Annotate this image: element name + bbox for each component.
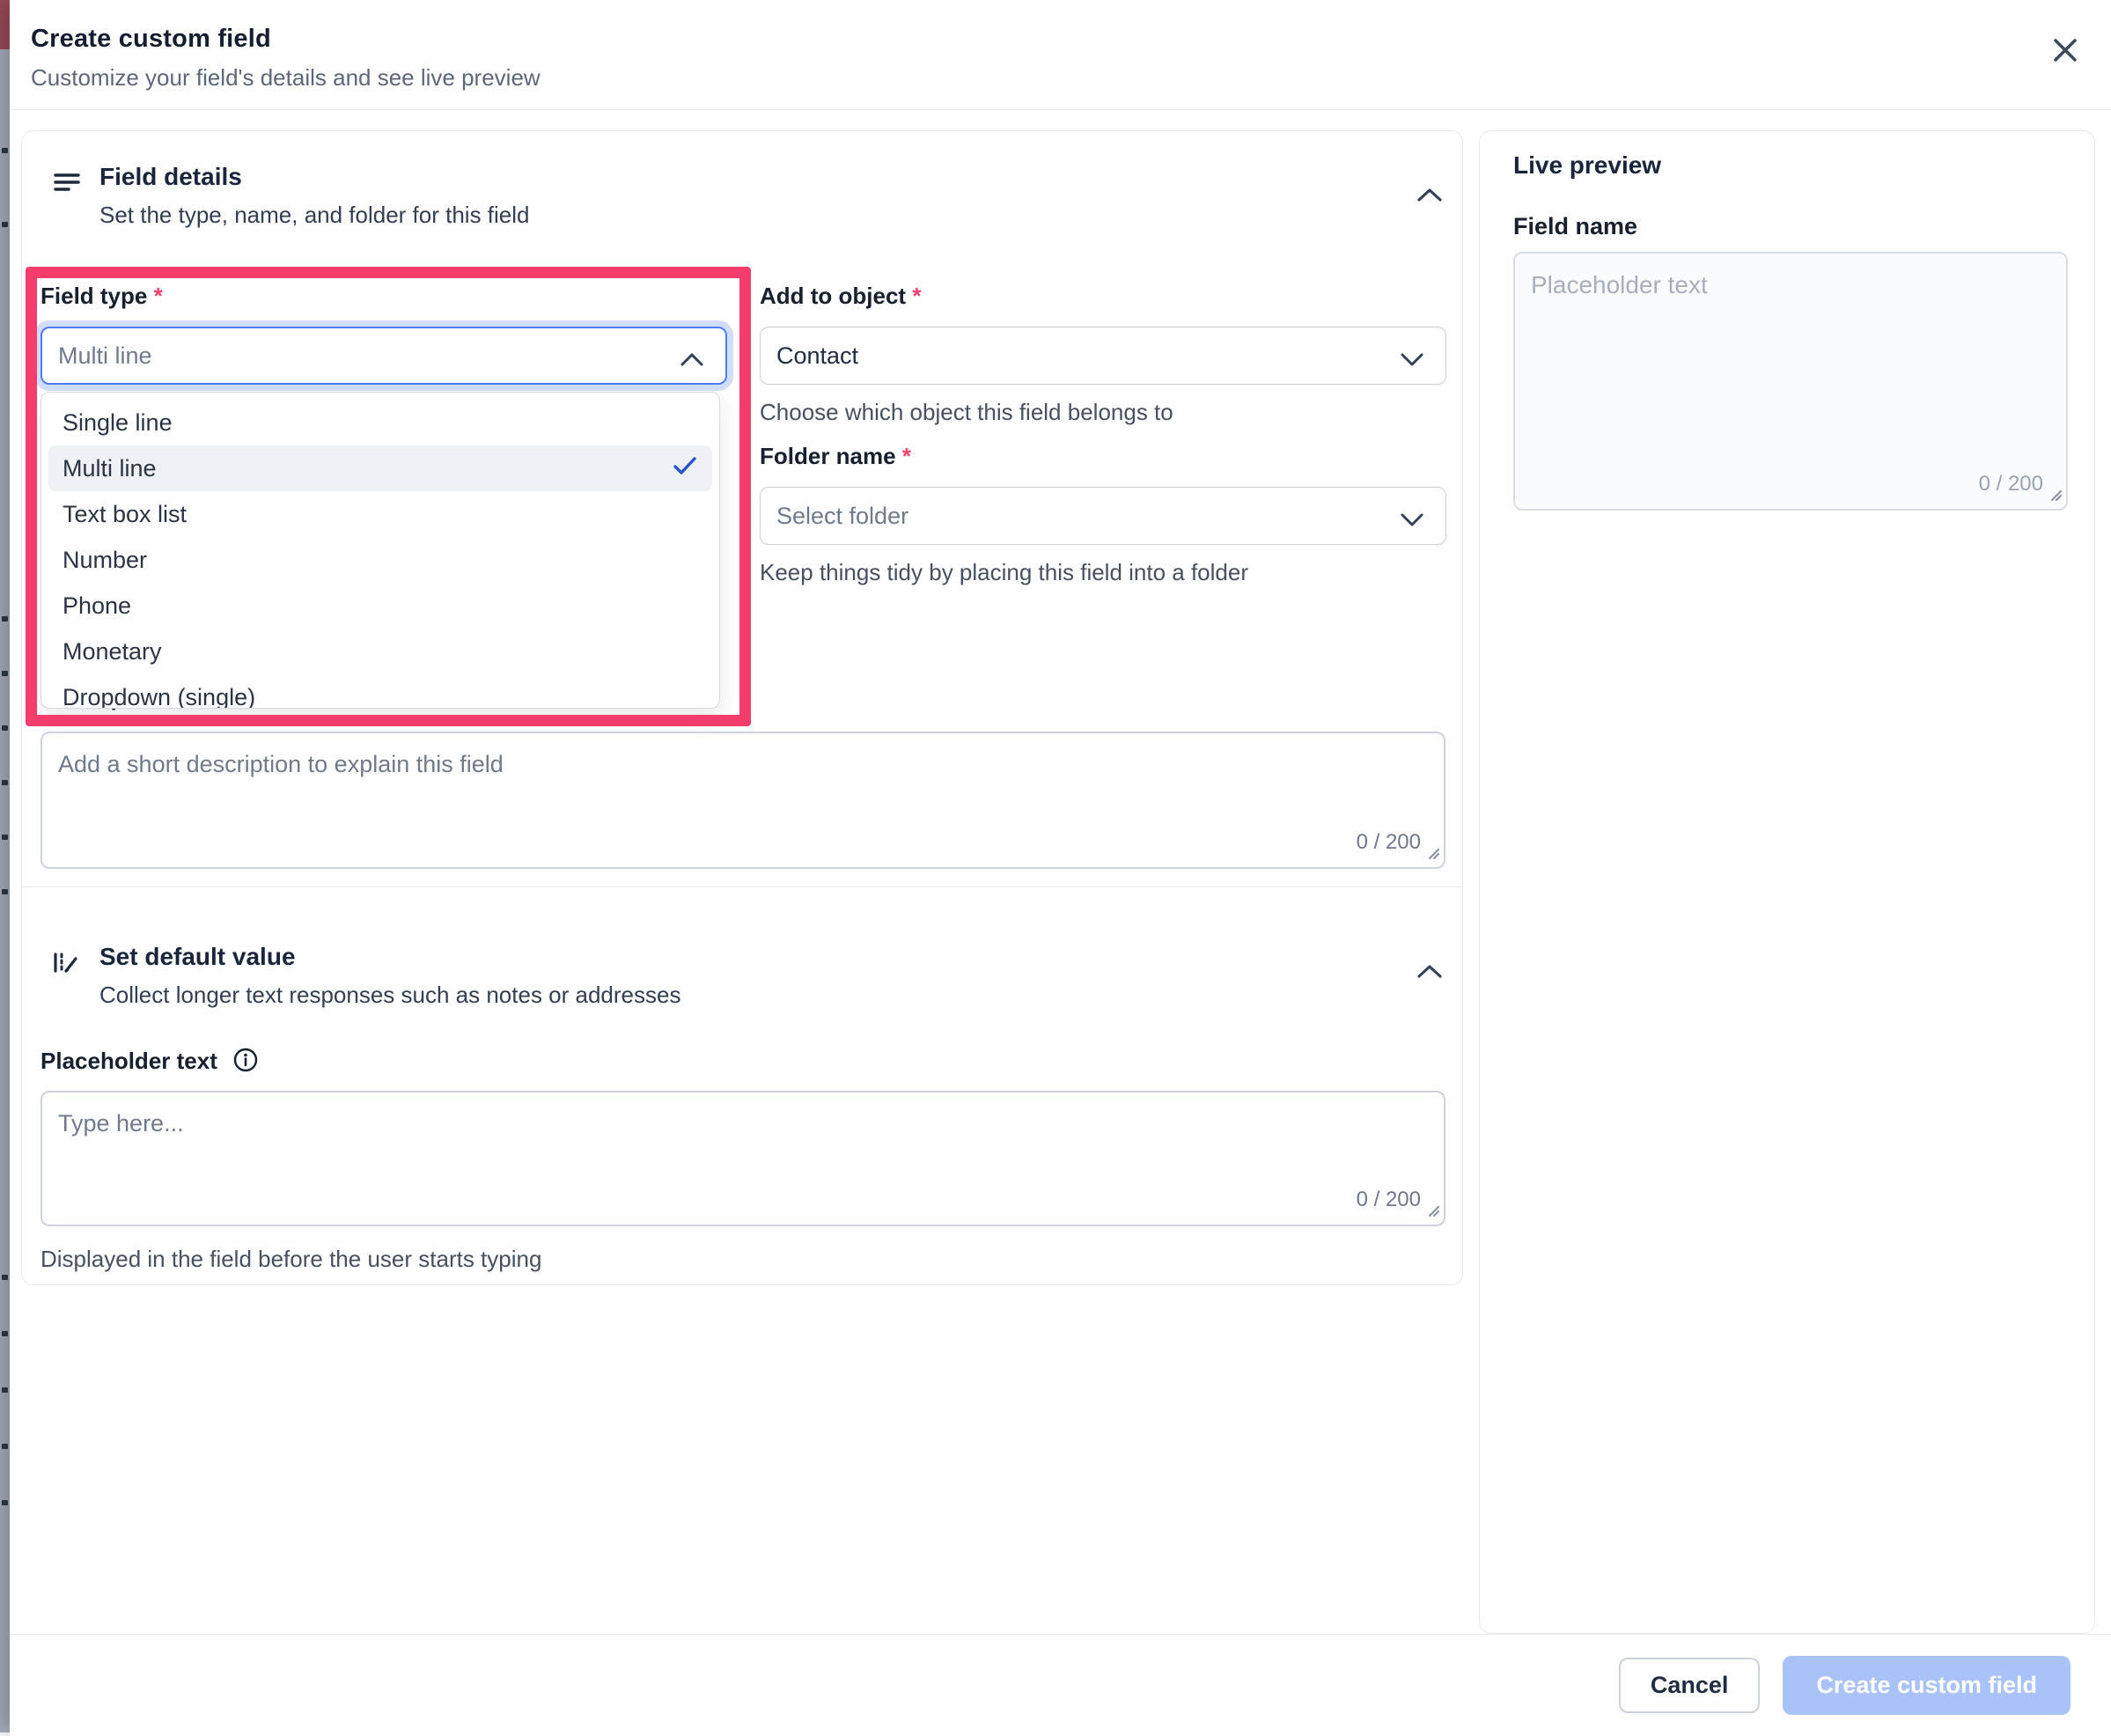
- section-divider: [22, 886, 1462, 887]
- create-custom-field-button[interactable]: Create custom field: [1783, 1656, 2071, 1715]
- modal-header: Create custom field Customize your field…: [10, 0, 2111, 110]
- folder-name-label: Folder name *: [760, 443, 911, 470]
- background-artifact: [2, 1331, 8, 1336]
- background-page-sliver: [0, 0, 10, 1732]
- field-details-section-header: Field details Set the type, name, and fo…: [52, 163, 530, 229]
- add-to-object-label: Add to object *: [760, 283, 921, 310]
- required-asterisk: *: [912, 283, 921, 309]
- background-artifact: [2, 222, 8, 227]
- field-type-dropdown-list: Single line Multi line Text box list Num…: [40, 392, 720, 709]
- folder-name-helper: Keep things tidy by placing this field i…: [760, 559, 1248, 586]
- field-type-option[interactable]: Single line: [48, 400, 712, 445]
- live-preview-title: Live preview: [1513, 151, 1661, 180]
- cancel-button[interactable]: Cancel: [1619, 1658, 1761, 1713]
- add-to-object-helper: Choose which object this field belongs t…: [760, 399, 1173, 426]
- section-title: Field details: [99, 163, 530, 191]
- field-type-label: Field type *: [40, 283, 163, 310]
- field-type-option[interactable]: Monetary: [48, 629, 712, 674]
- close-button[interactable]: [2044, 30, 2086, 72]
- background-artifact: [2, 616, 8, 622]
- create-custom-field-modal: Create custom field Customize your field…: [10, 0, 2111, 1732]
- chevron-down-icon: [1398, 347, 1426, 374]
- placeholder-text-label: Placeholder text: [40, 1047, 259, 1079]
- chevron-up-icon[interactable]: [1415, 962, 1446, 985]
- required-asterisk: *: [154, 283, 163, 309]
- modal-subtitle: Customize your field's details and see l…: [31, 64, 2090, 92]
- add-to-object-value: Contact: [776, 342, 858, 370]
- set-default-value-section-header: Set default value Collect longer text re…: [52, 943, 680, 1009]
- chevron-up-icon: [678, 348, 706, 375]
- list-lines-icon: [52, 163, 82, 229]
- folder-name-select[interactable]: Select folder: [760, 487, 1446, 545]
- field-type-option-selected[interactable]: Multi line: [48, 445, 712, 491]
- background-artifact: [2, 1500, 8, 1505]
- section-title: Set default value: [99, 943, 680, 971]
- modal-body: Field details Set the type, name, and fo…: [10, 110, 2111, 1634]
- preview-field-input[interactable]: [1513, 252, 2068, 511]
- folder-name-placeholder: Select folder: [776, 503, 908, 530]
- background-artifact: [2, 835, 8, 840]
- description-input[interactable]: [40, 732, 1445, 869]
- add-to-object-select[interactable]: Contact: [760, 327, 1446, 385]
- field-type-option[interactable]: Text box list: [48, 491, 712, 537]
- input-edit-icon: [52, 943, 82, 1009]
- field-type-option[interactable]: Number: [48, 537, 712, 583]
- field-type-option[interactable]: Phone: [48, 583, 712, 629]
- chevron-up-icon[interactable]: [1415, 186, 1446, 209]
- placeholder-text-field: 0 / 200: [40, 1091, 1445, 1226]
- x-icon: [2050, 35, 2080, 68]
- modal-title: Create custom field: [31, 25, 2090, 54]
- live-preview-panel: Live preview Field name 0 / 200: [1479, 130, 2095, 1634]
- section-subtitle: Set the type, name, and folder for this …: [99, 202, 530, 229]
- background-artifact: [2, 148, 8, 153]
- field-type-select[interactable]: Multi line: [40, 327, 727, 385]
- chevron-down-icon: [1398, 507, 1426, 534]
- background-artifact: [2, 725, 8, 731]
- field-type-value: Multi line: [58, 342, 152, 370]
- checkmark-icon: [672, 455, 698, 482]
- preview-field: 0 / 200: [1513, 252, 2068, 511]
- required-asterisk: *: [902, 443, 911, 469]
- page-root: Create custom field Customize your field…: [0, 0, 2111, 1732]
- background-artifact: [2, 889, 8, 894]
- background-page-fragment: [0, 0, 10, 49]
- background-artifact: [2, 780, 8, 785]
- preview-field-name-label: Field name: [1513, 213, 1637, 240]
- description-field: 0 / 200: [40, 732, 1445, 869]
- background-artifact: [2, 1444, 8, 1449]
- background-artifact: [2, 1387, 8, 1393]
- placeholder-text-input[interactable]: [40, 1091, 1445, 1226]
- background-artifact: [2, 1275, 8, 1280]
- modal-footer: Cancel Create custom field: [10, 1634, 2111, 1736]
- placeholder-text-helper: Displayed in the field before the user s…: [40, 1246, 541, 1273]
- field-type-option[interactable]: Dropdown (single): [48, 674, 712, 709]
- section-subtitle: Collect longer text responses such as no…: [99, 982, 680, 1009]
- field-details-card: Field details Set the type, name, and fo…: [21, 130, 1463, 1285]
- background-artifact: [2, 671, 8, 676]
- info-circle-icon[interactable]: [232, 1047, 259, 1079]
